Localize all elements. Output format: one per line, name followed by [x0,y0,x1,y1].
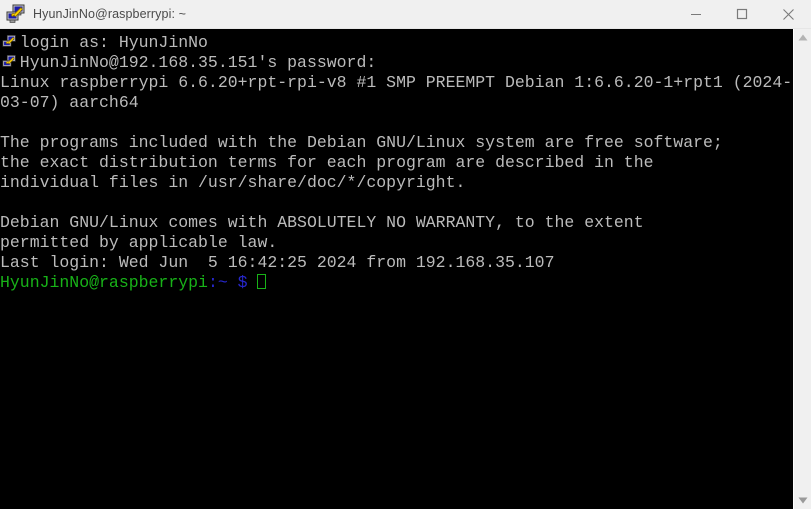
chevron-up-icon [798,34,807,41]
terminal-line: 03-07) aarch64 [0,93,139,112]
close-icon [782,8,794,20]
terminal-area: login as: HyunJinNo HyunJinNo@192.168.35… [0,29,811,509]
window-title: HyunJinNo@raspberrypi: ~ [33,7,186,21]
terminal-line: individual files in /usr/share/doc/*/cop… [0,173,466,192]
prompt-space-1 [228,273,238,292]
terminal-line: Linux raspberrypi 6.6.20+rpt-rpi-v8 #1 S… [0,73,793,92]
block-cursor[interactable] [257,274,267,289]
prompt-space-2 [248,273,258,292]
terminal-line: The programs included with the Debian GN… [0,133,723,152]
close-button[interactable] [765,0,811,29]
shell-prompt-line: HyunJinNo@raspberrypi:~ $ [0,273,793,293]
window-controls [673,0,811,29]
maximize-icon [736,8,748,20]
scroll-track[interactable] [793,46,811,492]
terminal-line: Debian GNU/Linux comes with ABSOLUTELY N… [0,213,644,232]
terminal-line: login as: HyunJinNo [0,33,208,52]
terminal-line: Last login: Wed Jun 5 16:42:25 2024 from… [0,253,555,272]
prompt-path: ~ [217,273,228,292]
prompt-colon: : [207,273,218,292]
prompt-sigil: $ [237,273,248,292]
terminal-line: permitted by applicable law. [0,233,278,252]
chevron-down-icon [798,497,807,504]
putty-icon [2,55,16,67]
putty-terminal-window: HyunJinNo@raspberrypi: ~ login as: HyunJ… [0,0,811,509]
minimize-button[interactable] [673,0,719,29]
scroll-down-arrow[interactable] [794,492,811,509]
putty-icon [2,35,16,47]
terminal-output[interactable]: login as: HyunJinNo HyunJinNo@192.168.35… [0,29,793,509]
minimize-icon [691,14,701,15]
terminal-scrollbar[interactable] [793,29,811,509]
terminal-line: the exact distribution terms for each pr… [0,153,654,172]
terminal-line: HyunJinNo@192.168.35.151's password: [0,53,377,72]
putty-icon [6,4,25,23]
maximize-button[interactable] [719,0,765,29]
title-bar: HyunJinNo@raspberrypi: ~ [0,0,811,29]
scroll-up-arrow[interactable] [794,29,811,46]
prompt-user-host: HyunJinNo@raspberrypi [0,273,208,292]
